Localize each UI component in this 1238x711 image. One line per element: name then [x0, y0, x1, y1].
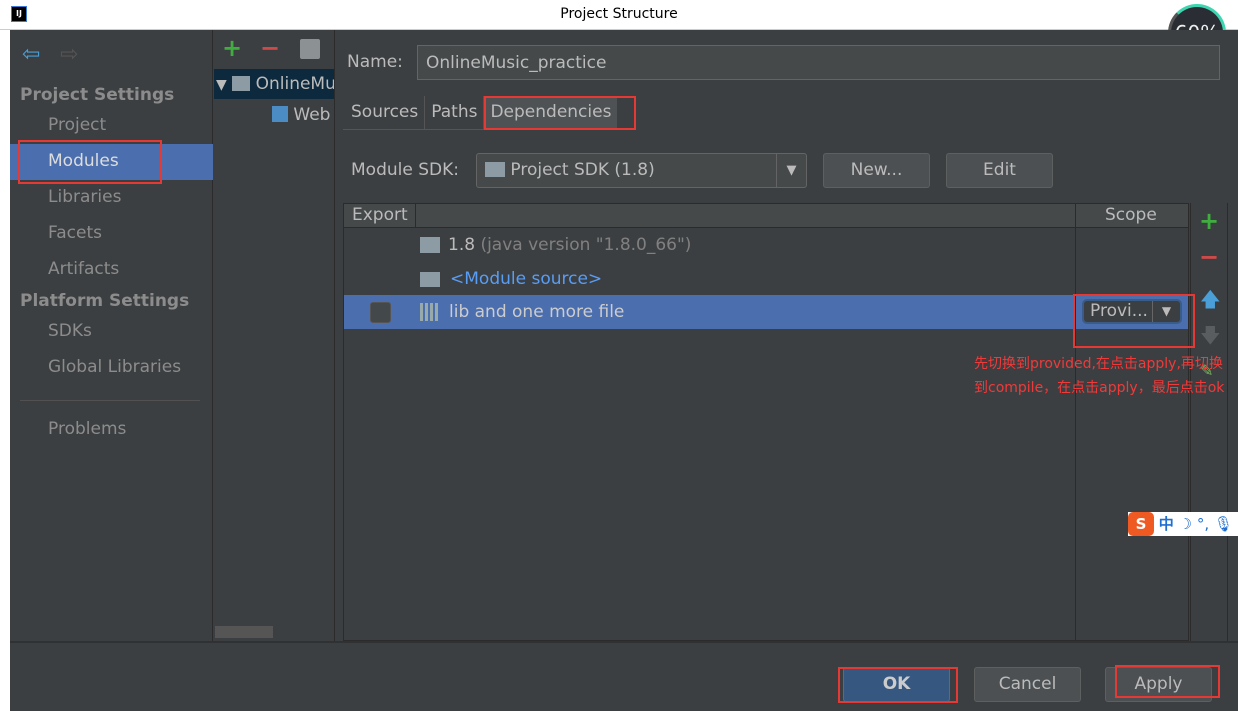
forward-icon[interactable]: ⇨	[60, 42, 78, 67]
module-sdk-dropdown[interactable]: Project SDK (1.8) ▼	[476, 153, 807, 188]
add-icon[interactable]: +	[222, 34, 242, 62]
highlight-apply	[1115, 665, 1220, 698]
jdk-icon	[420, 237, 440, 253]
tree-node-label: OnlineMusic_practice	[255, 74, 335, 94]
expand-icon[interactable]: ▼	[216, 77, 227, 93]
moon-icon[interactable]: ☽	[1179, 515, 1192, 533]
punctuation-icon[interactable]: °,	[1197, 515, 1209, 533]
move-up-icon[interactable]: 🡅	[1200, 285, 1221, 319]
annotation-note: 先切换到provided,在点击apply,再切换到compile，在点击app…	[974, 356, 1225, 396]
row-name: 1.8	[448, 235, 476, 255]
highlight-dependencies	[484, 96, 636, 130]
column-divider	[1075, 228, 1076, 640]
highlight-ok	[838, 667, 958, 703]
ime-toolbar: S 中 ☽ °, 🎙	[1128, 512, 1238, 536]
sogou-logo: S	[1128, 512, 1154, 536]
table-row-jdk[interactable]: 1.8 (java version "1.8.0_66")	[344, 228, 1188, 262]
remove-dependency-icon[interactable]: −	[1199, 243, 1219, 271]
sidebar-item-problems[interactable]: Problems	[10, 412, 213, 448]
table-row-lib[interactable]: lib and one more file Provi... ▼	[344, 295, 1188, 329]
sidebar-item-libraries[interactable]: Libraries	[10, 180, 213, 216]
header-export[interactable]: Export	[352, 205, 408, 225]
sidebar-item-sdks[interactable]: SDKs	[10, 314, 213, 350]
tree-node-label: Web	[293, 105, 331, 125]
tab-sources[interactable]: Sources	[343, 96, 426, 129]
add-dependency-icon[interactable]: +	[1199, 207, 1219, 235]
ime-mode[interactable]: 中	[1159, 515, 1174, 533]
new-sdk-button[interactable]: New...	[823, 153, 930, 188]
row-name: lib and one more file	[449, 302, 625, 322]
module-sdk-label: Module SDK:	[351, 160, 459, 180]
header-scope[interactable]: Scope	[1105, 205, 1157, 225]
table-row-module-source[interactable]: <Module source>	[344, 262, 1188, 296]
cancel-button[interactable]: Cancel	[974, 667, 1081, 702]
sidebar: ⇦ ⇨ Project Settings Project Modules Lib…	[10, 30, 213, 641]
window-title: Project Structure	[560, 6, 678, 22]
tree-node-web[interactable]: Web	[272, 100, 330, 130]
sidebar-item-facets[interactable]: Facets	[10, 216, 213, 252]
folder-icon	[485, 162, 505, 177]
library-icon	[420, 303, 440, 321]
divider	[20, 400, 200, 401]
remove-icon[interactable]: −	[260, 34, 280, 62]
sdk-value: Project SDK (1.8)	[510, 160, 655, 180]
sidebar-item-global-libraries[interactable]: Global Libraries	[10, 350, 213, 386]
folder-icon	[232, 76, 251, 91]
dependencies-table: Export Scope 1.8 (java version "1.8.0_66…	[343, 203, 1189, 641]
table-toolbar: + − 🡅 🡇 ✎	[1190, 203, 1228, 641]
sidebar-item-artifacts[interactable]: Artifacts	[10, 252, 213, 288]
group-platform-settings: Platform Settings	[20, 291, 190, 311]
tab-paths[interactable]: Paths	[425, 96, 485, 129]
horizontal-scrollbar[interactable]	[215, 626, 273, 638]
row-name: <Module source>	[450, 269, 603, 289]
microphone-icon[interactable]: 🎙	[1214, 515, 1233, 533]
chevron-down-icon[interactable]: ▼	[776, 154, 806, 187]
module-tree: + − ▼ OnlineMusic_practice Web	[214, 30, 335, 641]
export-checkbox[interactable]	[370, 302, 391, 323]
name-label: Name:	[347, 52, 403, 72]
sidebar-item-project[interactable]: Project	[10, 108, 213, 144]
highlight-scope	[1073, 294, 1195, 348]
move-down-icon[interactable]: 🡇	[1200, 321, 1221, 355]
table-header: Export Scope	[344, 204, 1188, 228]
copy-icon[interactable]	[300, 39, 320, 59]
back-icon[interactable]: ⇦	[22, 42, 40, 67]
tree-node-module[interactable]: ▼ OnlineMusic_practice	[214, 69, 335, 99]
row-detail: (java version "1.8.0_66")	[480, 235, 692, 255]
edit-sdk-button[interactable]: Edit	[946, 153, 1053, 188]
web-facet-icon	[272, 106, 288, 122]
highlight-modules	[18, 140, 162, 184]
folder-icon	[420, 272, 440, 287]
name-input[interactable]	[417, 45, 1220, 80]
group-project-settings: Project Settings	[20, 85, 175, 105]
